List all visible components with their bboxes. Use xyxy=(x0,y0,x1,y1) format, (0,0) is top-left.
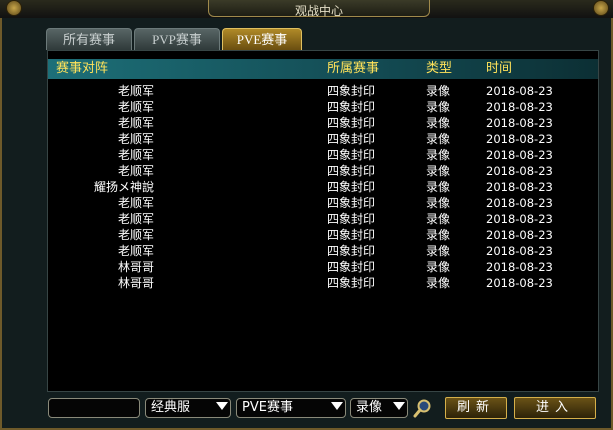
chevron-down-icon xyxy=(393,402,405,410)
row-team: 老顺军 xyxy=(117,116,154,130)
tab-all-events[interactable]: 所有赛事 xyxy=(46,28,132,50)
server-select[interactable]: 经典服 xyxy=(145,398,231,418)
event-select-value: PVE赛事 xyxy=(242,400,293,415)
row-event: 四象封印 xyxy=(327,212,376,226)
row-team: 林哥哥 xyxy=(117,276,154,290)
header-event[interactable]: 所属赛事 xyxy=(327,59,379,79)
enter-button[interactable]: 进入 xyxy=(514,397,596,419)
row-event: 四象封印 xyxy=(327,180,376,194)
row-time: 2018-08-23 xyxy=(486,196,553,210)
header-matchup[interactable]: 赛事对阵 xyxy=(56,59,108,79)
tab-pvp-events[interactable]: PVP赛事 xyxy=(134,28,220,50)
search-input[interactable] xyxy=(48,398,140,418)
enter-button-label: 进入 xyxy=(535,400,574,415)
tab-pve-events[interactable]: PVE赛事 xyxy=(222,28,302,50)
row-time: 2018-08-23 xyxy=(486,132,553,146)
table-row[interactable]: 老顺军 四象封印 录像 2018-08-23 xyxy=(48,211,598,227)
row-event: 四象封印 xyxy=(327,244,376,258)
row-type: 录像 xyxy=(426,148,451,162)
row-event: 四象封印 xyxy=(327,132,376,146)
row-time: 2018-08-23 xyxy=(486,260,553,274)
row-time: 2018-08-23 xyxy=(486,84,553,98)
table-row[interactable]: 老顺军 四象封印 录像 2018-08-23 xyxy=(48,147,598,163)
server-select-value: 经典服 xyxy=(151,400,191,415)
row-time: 2018-08-23 xyxy=(486,212,553,226)
row-team: 林哥哥 xyxy=(117,260,154,274)
table-row[interactable]: 老顺军 四象封印 录像 2018-08-23 xyxy=(48,115,598,131)
window-title: 观战中心 xyxy=(294,4,343,18)
chevron-down-icon xyxy=(331,402,343,410)
magnifier-icon[interactable] xyxy=(413,398,433,418)
row-event: 四象封印 xyxy=(327,100,376,114)
row-team: 老顺军 xyxy=(117,132,154,146)
table-row[interactable]: 老顺军 四象封印 录像 2018-08-23 xyxy=(48,83,598,99)
row-type: 录像 xyxy=(426,100,451,114)
match-list-panel: 赛事对阵 所属赛事 类型 时间 老顺军 四象封印 录像 2018-08-23 老顺军 四象… xyxy=(47,50,599,392)
row-time: 2018-08-23 xyxy=(486,180,553,194)
refresh-button-label: 刷新 xyxy=(456,400,495,415)
refresh-button[interactable]: 刷新 xyxy=(445,397,507,419)
row-type: 录像 xyxy=(426,164,451,178)
row-team: 老顺军 xyxy=(117,212,154,226)
row-time: 2018-08-23 xyxy=(486,148,553,162)
row-type: 录像 xyxy=(426,212,451,226)
row-team: 老顺军 xyxy=(117,148,154,162)
row-event: 四象封印 xyxy=(327,84,376,98)
row-type: 录像 xyxy=(426,228,451,242)
row-time: 2018-08-23 xyxy=(486,228,553,242)
row-team: 老顺军 xyxy=(117,84,154,98)
row-time: 2018-08-23 xyxy=(486,116,553,130)
row-time: 2018-08-23 xyxy=(486,276,553,290)
table-row[interactable]: 老顺军 四象封印 录像 2018-08-23 xyxy=(48,195,598,211)
corner-knob-right-icon xyxy=(593,0,609,16)
row-team: 老顺军 xyxy=(117,196,154,210)
table-row[interactable]: 老顺军 四象封印 录像 2018-08-23 xyxy=(48,227,598,243)
row-event: 四象封印 xyxy=(327,164,376,178)
table-header: 赛事对阵 所属赛事 类型 时间 xyxy=(48,59,598,79)
corner-knob-left-icon xyxy=(6,0,22,16)
chevron-down-icon xyxy=(216,402,228,410)
row-time: 2018-08-23 xyxy=(486,164,553,178)
table-row[interactable]: 林哥哥 四象封印 录像 2018-08-23 xyxy=(48,275,598,291)
table-row[interactable]: 老顺军 四象封印 录像 2018-08-23 xyxy=(48,131,598,147)
row-type: 录像 xyxy=(426,260,451,274)
bottom-toolbar: 经典服 PVE赛事 录像 刷新 进入 xyxy=(47,394,599,422)
row-team: 耀扬メ神說 xyxy=(93,180,154,194)
row-team: 老顺军 xyxy=(117,164,154,178)
match-rows: 老顺军 四象封印 录像 2018-08-23 老顺军 四象封印 录像 2018-08-23 老顺… xyxy=(48,83,598,291)
row-type: 录像 xyxy=(426,196,451,210)
row-type: 录像 xyxy=(426,116,451,130)
row-type: 录像 xyxy=(426,84,451,98)
type-select[interactable]: 录像 xyxy=(350,398,408,418)
row-event: 四象封印 xyxy=(327,260,376,274)
row-team: 老顺军 xyxy=(117,228,154,242)
row-time: 2018-08-23 xyxy=(486,244,553,258)
row-event: 四象封印 xyxy=(327,148,376,162)
row-type: 录像 xyxy=(426,276,451,290)
type-select-value: 录像 xyxy=(356,400,383,415)
event-select[interactable]: PVE赛事 xyxy=(236,398,346,418)
row-team: 老顺军 xyxy=(117,244,154,258)
table-row[interactable]: 老顺军 四象封印 录像 2018-08-23 xyxy=(48,163,598,179)
header-time[interactable]: 时间 xyxy=(486,59,512,79)
row-type: 录像 xyxy=(426,132,451,146)
row-time: 2018-08-23 xyxy=(486,100,553,114)
row-event: 四象封印 xyxy=(327,196,376,210)
table-row[interactable]: 老顺军 四象封印 录像 2018-08-23 xyxy=(48,99,598,115)
row-event: 四象封印 xyxy=(327,276,376,290)
header-type[interactable]: 类型 xyxy=(426,59,452,79)
table-row[interactable]: 林哥哥 四象封印 录像 2018-08-23 xyxy=(48,259,598,275)
table-row[interactable]: 老顺军 四象封印 录像 2018-08-23 xyxy=(48,243,598,259)
row-event: 四象封印 xyxy=(327,228,376,242)
window-title-plate: 观战中心 xyxy=(208,0,430,18)
row-team: 老顺军 xyxy=(117,100,154,114)
table-row[interactable]: 耀扬メ神說 四象封印 录像 2018-08-23 xyxy=(48,179,598,195)
row-event: 四象封印 xyxy=(327,116,376,130)
row-type: 录像 xyxy=(426,180,451,194)
row-type: 录像 xyxy=(426,244,451,258)
